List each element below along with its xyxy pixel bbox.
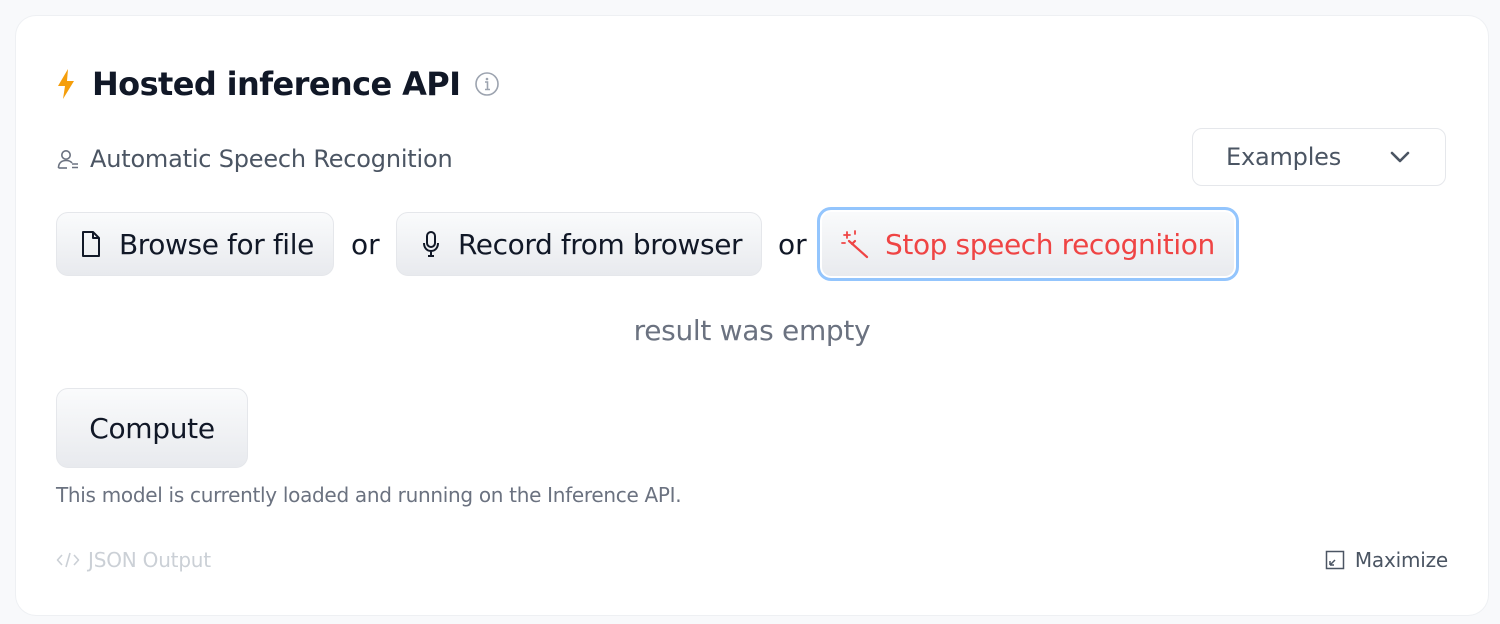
json-output-label: JSON Output (88, 548, 211, 572)
widget-header: Hosted inference API (56, 64, 500, 104)
compute-label: Compute (89, 411, 215, 445)
or-separator: or (778, 228, 807, 261)
or-separator: or (351, 228, 380, 261)
person-icon (57, 150, 78, 169)
stop-speech-recognition-button[interactable]: Stop speech recognition (817, 207, 1239, 281)
examples-dropdown[interactable]: Examples (1192, 128, 1446, 186)
stop-speech-recognition-label: Stop speech recognition (885, 227, 1215, 261)
json-output-toggle[interactable]: JSON Output (56, 546, 211, 574)
file-icon (82, 231, 100, 257)
inference-widget-card: Hosted inference API Automatic Speech Re… (16, 16, 1488, 615)
record-browser-button[interactable]: Record from browser (396, 212, 762, 276)
info-icon[interactable] (474, 71, 500, 97)
browse-file-button[interactable]: Browse for file (56, 212, 334, 276)
browse-file-label: Browse for file (119, 227, 314, 261)
maximize-label: Maximize (1354, 548, 1448, 572)
magic-wand-icon (841, 230, 869, 259)
compute-button[interactable]: Compute (56, 388, 248, 468)
model-status-text: This model is currently loaded and runni… (56, 483, 682, 507)
record-browser-label: Record from browser (458, 227, 743, 261)
maximize-button[interactable]: Maximize (1325, 546, 1448, 574)
task-name: Automatic Speech Recognition (90, 145, 453, 173)
chevron-down-icon (1390, 151, 1410, 163)
microphone-icon (423, 231, 439, 257)
task-label-row: Automatic Speech Recognition (56, 142, 453, 176)
code-icon (56, 552, 80, 568)
widget-title: Hosted inference API (92, 65, 461, 103)
maximize-icon (1325, 550, 1345, 570)
result-message: result was empty (633, 314, 871, 347)
bolt-icon (58, 69, 74, 99)
examples-label: Examples (1226, 143, 1342, 171)
